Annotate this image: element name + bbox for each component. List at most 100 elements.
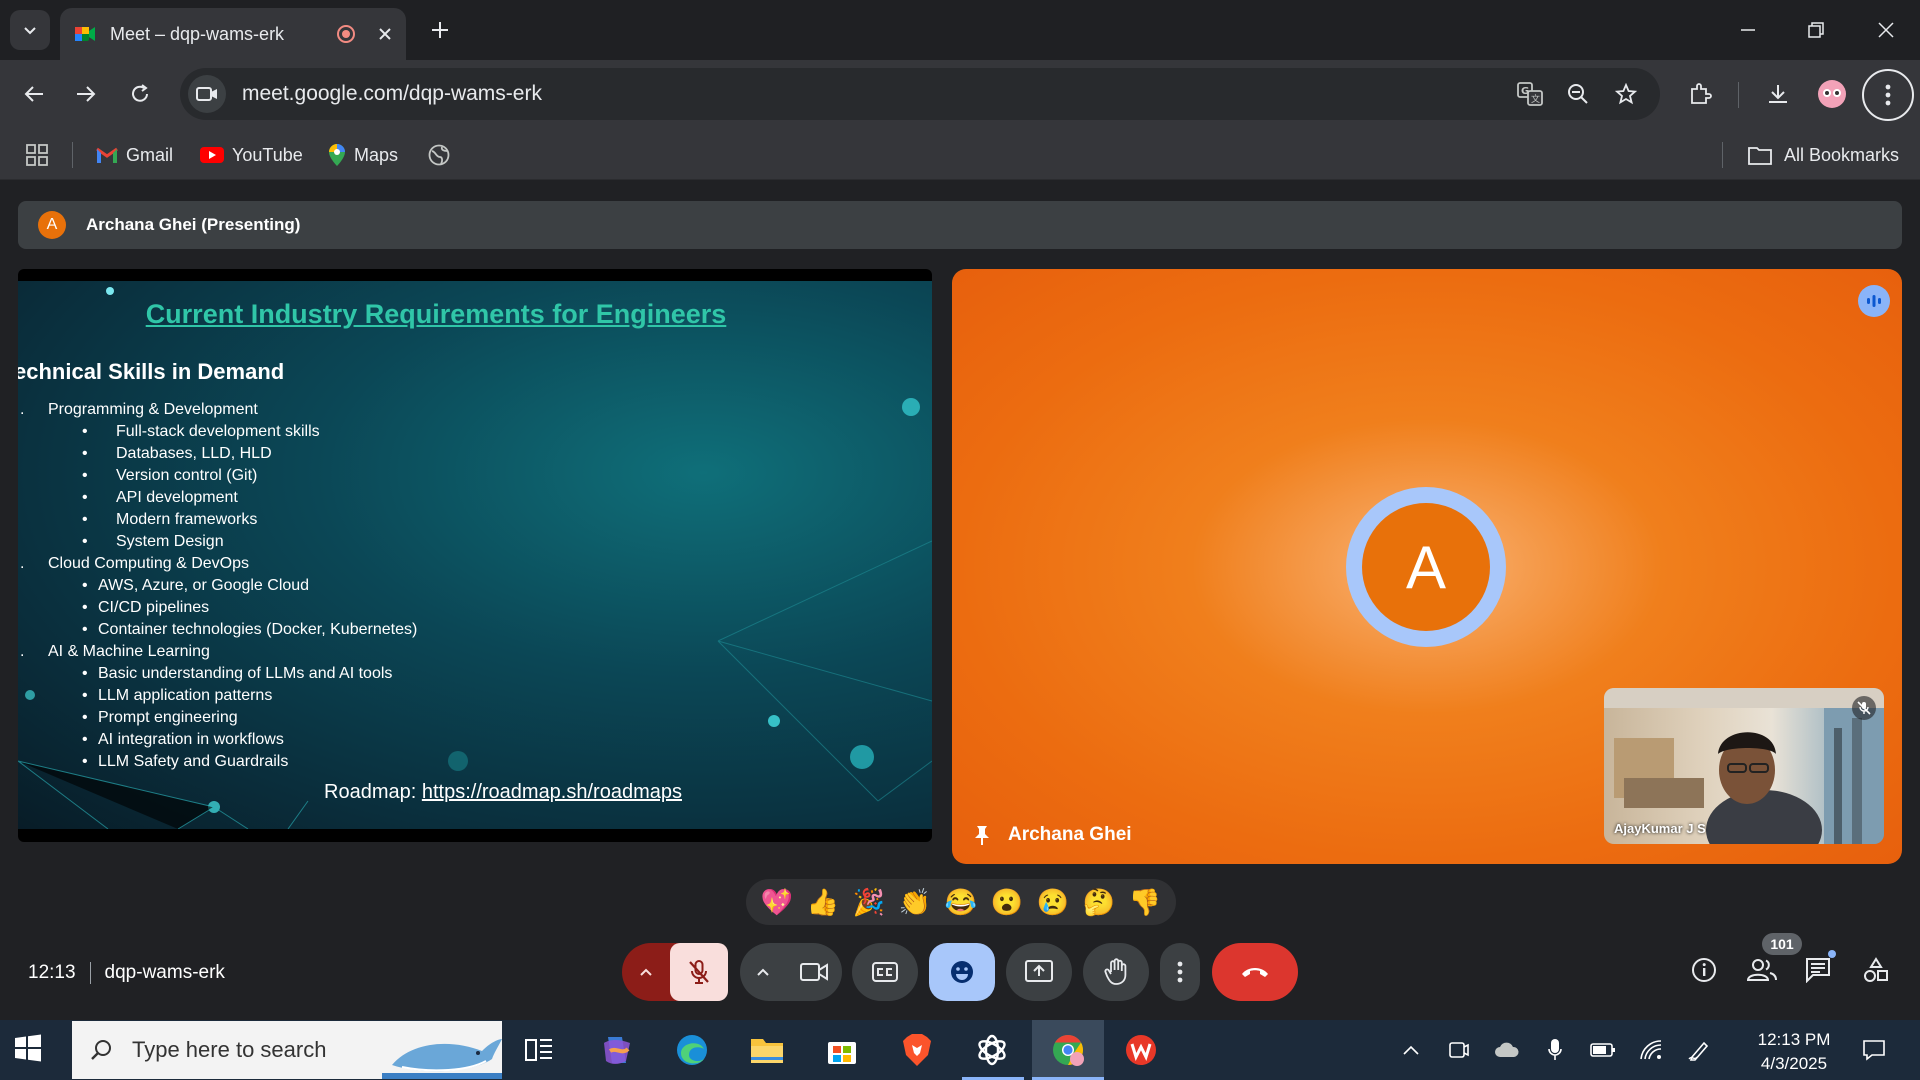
mic-options-button[interactable] (622, 943, 670, 1001)
tray-battery[interactable] (1588, 1020, 1618, 1080)
tray-network[interactable] (1636, 1020, 1666, 1080)
reaction-emoji-button[interactable]: 💖 (761, 887, 793, 918)
slide-bullet-item: Prompt engineering (18, 707, 417, 729)
translate-button[interactable]: G文 (1506, 70, 1554, 118)
notifications-button[interactable] (1852, 1020, 1896, 1080)
bookmark-maps[interactable]: Maps (328, 130, 398, 180)
slide-bullet-item: AI integration in workflows (18, 729, 417, 751)
microsoft-store-app[interactable] (811, 1020, 873, 1080)
mic-toggle-button[interactable] (670, 943, 728, 1001)
reaction-emoji-button[interactable]: 😂 (945, 887, 977, 918)
screen-share-tile[interactable]: Current Industry Requirements for Engine… (18, 269, 932, 842)
downloads-button[interactable] (1758, 74, 1798, 114)
chrome-menu-button[interactable] (1862, 69, 1914, 121)
video-site-icon (196, 87, 217, 101)
speaker-tile[interactable]: A Archana Ghei AjayKumar J S (952, 269, 1902, 864)
copilot-app[interactable] (586, 1020, 648, 1080)
restore-button[interactable] (1788, 10, 1844, 50)
tab-search-button[interactable] (10, 10, 50, 50)
self-view-tile[interactable]: AjayKumar J S (1604, 688, 1884, 844)
closed-captions-icon (872, 962, 898, 982)
all-bookmarks-label: All Bookmarks (1784, 144, 1900, 165)
chatgpt-app[interactable] (961, 1020, 1023, 1080)
reactions-bar: 💖 👍 🎉 👏 😂 😮 😢 🤔 👎 (746, 879, 1176, 925)
brave-app[interactable] (886, 1020, 948, 1080)
chat-unread-dot (1828, 950, 1836, 958)
reaction-emoji-button[interactable]: 🎉 (853, 887, 885, 918)
emoji-reactions-button[interactable] (929, 943, 995, 1001)
bookmark-globe[interactable] (428, 130, 450, 180)
wps-office-app[interactable] (1110, 1020, 1172, 1080)
reaction-emoji-button[interactable]: 👍 (807, 887, 839, 918)
bookmark-gmail[interactable]: Gmail (96, 130, 173, 180)
camera-toggle-button[interactable] (786, 943, 842, 1001)
camera-options-button[interactable] (740, 943, 786, 1001)
reaction-emoji-button[interactable]: 🤔 (1083, 887, 1115, 918)
slide-bullet-item: Full-stack development skills (18, 421, 417, 443)
minimize-icon (1741, 29, 1755, 31)
meeting-details-button[interactable] (1680, 946, 1728, 994)
slide-bullet-item: Modern frameworks (18, 509, 417, 531)
present-screen-button[interactable] (1006, 943, 1072, 1001)
activities-button[interactable] (1852, 946, 1900, 994)
cloud-icon (1495, 1042, 1519, 1057)
task-view-button[interactable] (508, 1020, 570, 1080)
apps-button[interactable] (26, 130, 48, 180)
file-explorer-app[interactable] (736, 1020, 798, 1080)
wps-office-icon (1126, 1035, 1156, 1065)
minimize-button[interactable] (1720, 10, 1776, 50)
slide-bullet-item: CI/CD pipelines (18, 597, 417, 619)
edge-app[interactable] (661, 1020, 723, 1080)
close-tab-icon[interactable] (378, 27, 392, 41)
chrome-icon (1053, 1035, 1084, 1066)
reaction-emoji-button[interactable]: 👏 (899, 887, 931, 918)
bookmark-youtube[interactable]: YouTube (200, 130, 303, 180)
tray-onedrive[interactable] (1492, 1020, 1522, 1080)
zoom-out-icon (1568, 84, 1588, 104)
reload-button[interactable] (120, 74, 160, 114)
reaction-emoji-button[interactable]: 👎 (1129, 887, 1161, 918)
presenting-label: Archana Ghei (Presenting) (86, 215, 301, 234)
mic-off-icon (1857, 701, 1871, 715)
captions-button[interactable] (852, 943, 918, 1001)
new-tab-button[interactable] (424, 14, 456, 46)
end-call-icon (1242, 968, 1268, 977)
raise-hand-button[interactable] (1083, 943, 1149, 1001)
extensions-button[interactable] (1680, 74, 1720, 114)
clock-time: 12:13 PM (1757, 1030, 1831, 1049)
address-bar[interactable]: meet.google.com/dqp-wams-erk G文 (180, 68, 1660, 120)
tray-pen[interactable] (1684, 1020, 1714, 1080)
all-bookmarks-button[interactable]: All Bookmarks (1748, 130, 1899, 180)
bookmark-star-button[interactable] (1602, 70, 1650, 118)
reaction-emoji-button[interactable]: 😢 (1037, 887, 1069, 918)
reload-icon (132, 84, 148, 102)
meet-favicon-icon (75, 27, 95, 41)
leave-call-button[interactable] (1212, 943, 1298, 1001)
profile-button[interactable] (1812, 74, 1852, 114)
roadmap-link[interactable]: https://roadmap.sh/roadmaps (422, 781, 682, 803)
show-hidden-icons-button[interactable] (1396, 1020, 1426, 1080)
task-view-icon (525, 1039, 552, 1061)
chevron-down-icon (24, 27, 36, 35)
camera-tray-icon (1449, 1042, 1469, 1058)
close-window-button[interactable] (1858, 10, 1914, 50)
meeting-details: 12:13 dqp-wams-erk (28, 962, 225, 984)
chat-button[interactable] (1794, 946, 1842, 994)
site-info-button[interactable] (188, 75, 226, 113)
chrome-app[interactable] (1032, 1020, 1104, 1080)
back-button[interactable] (14, 74, 54, 114)
tray-microphone[interactable] (1540, 1020, 1570, 1080)
taskbar-clock[interactable]: 12:13 PM 4/3/2025 (1740, 1028, 1848, 1076)
meeting-details-divider (89, 962, 91, 984)
tray-meet-now[interactable] (1444, 1020, 1474, 1080)
mic-off-icon (689, 960, 709, 984)
slide-bullet-item: System Design (18, 531, 417, 553)
pin-icon[interactable] (974, 824, 990, 846)
forward-button[interactable] (66, 74, 106, 114)
reaction-emoji-button[interactable]: 😮 (991, 887, 1023, 918)
taskbar-search-box[interactable]: Type here to search (72, 1021, 502, 1079)
start-button[interactable] (14, 1034, 46, 1066)
tab-meet[interactable]: Meet – dqp-wams-erk (60, 8, 406, 60)
zoom-button[interactable] (1554, 70, 1602, 118)
more-options-button[interactable] (1160, 943, 1200, 1001)
